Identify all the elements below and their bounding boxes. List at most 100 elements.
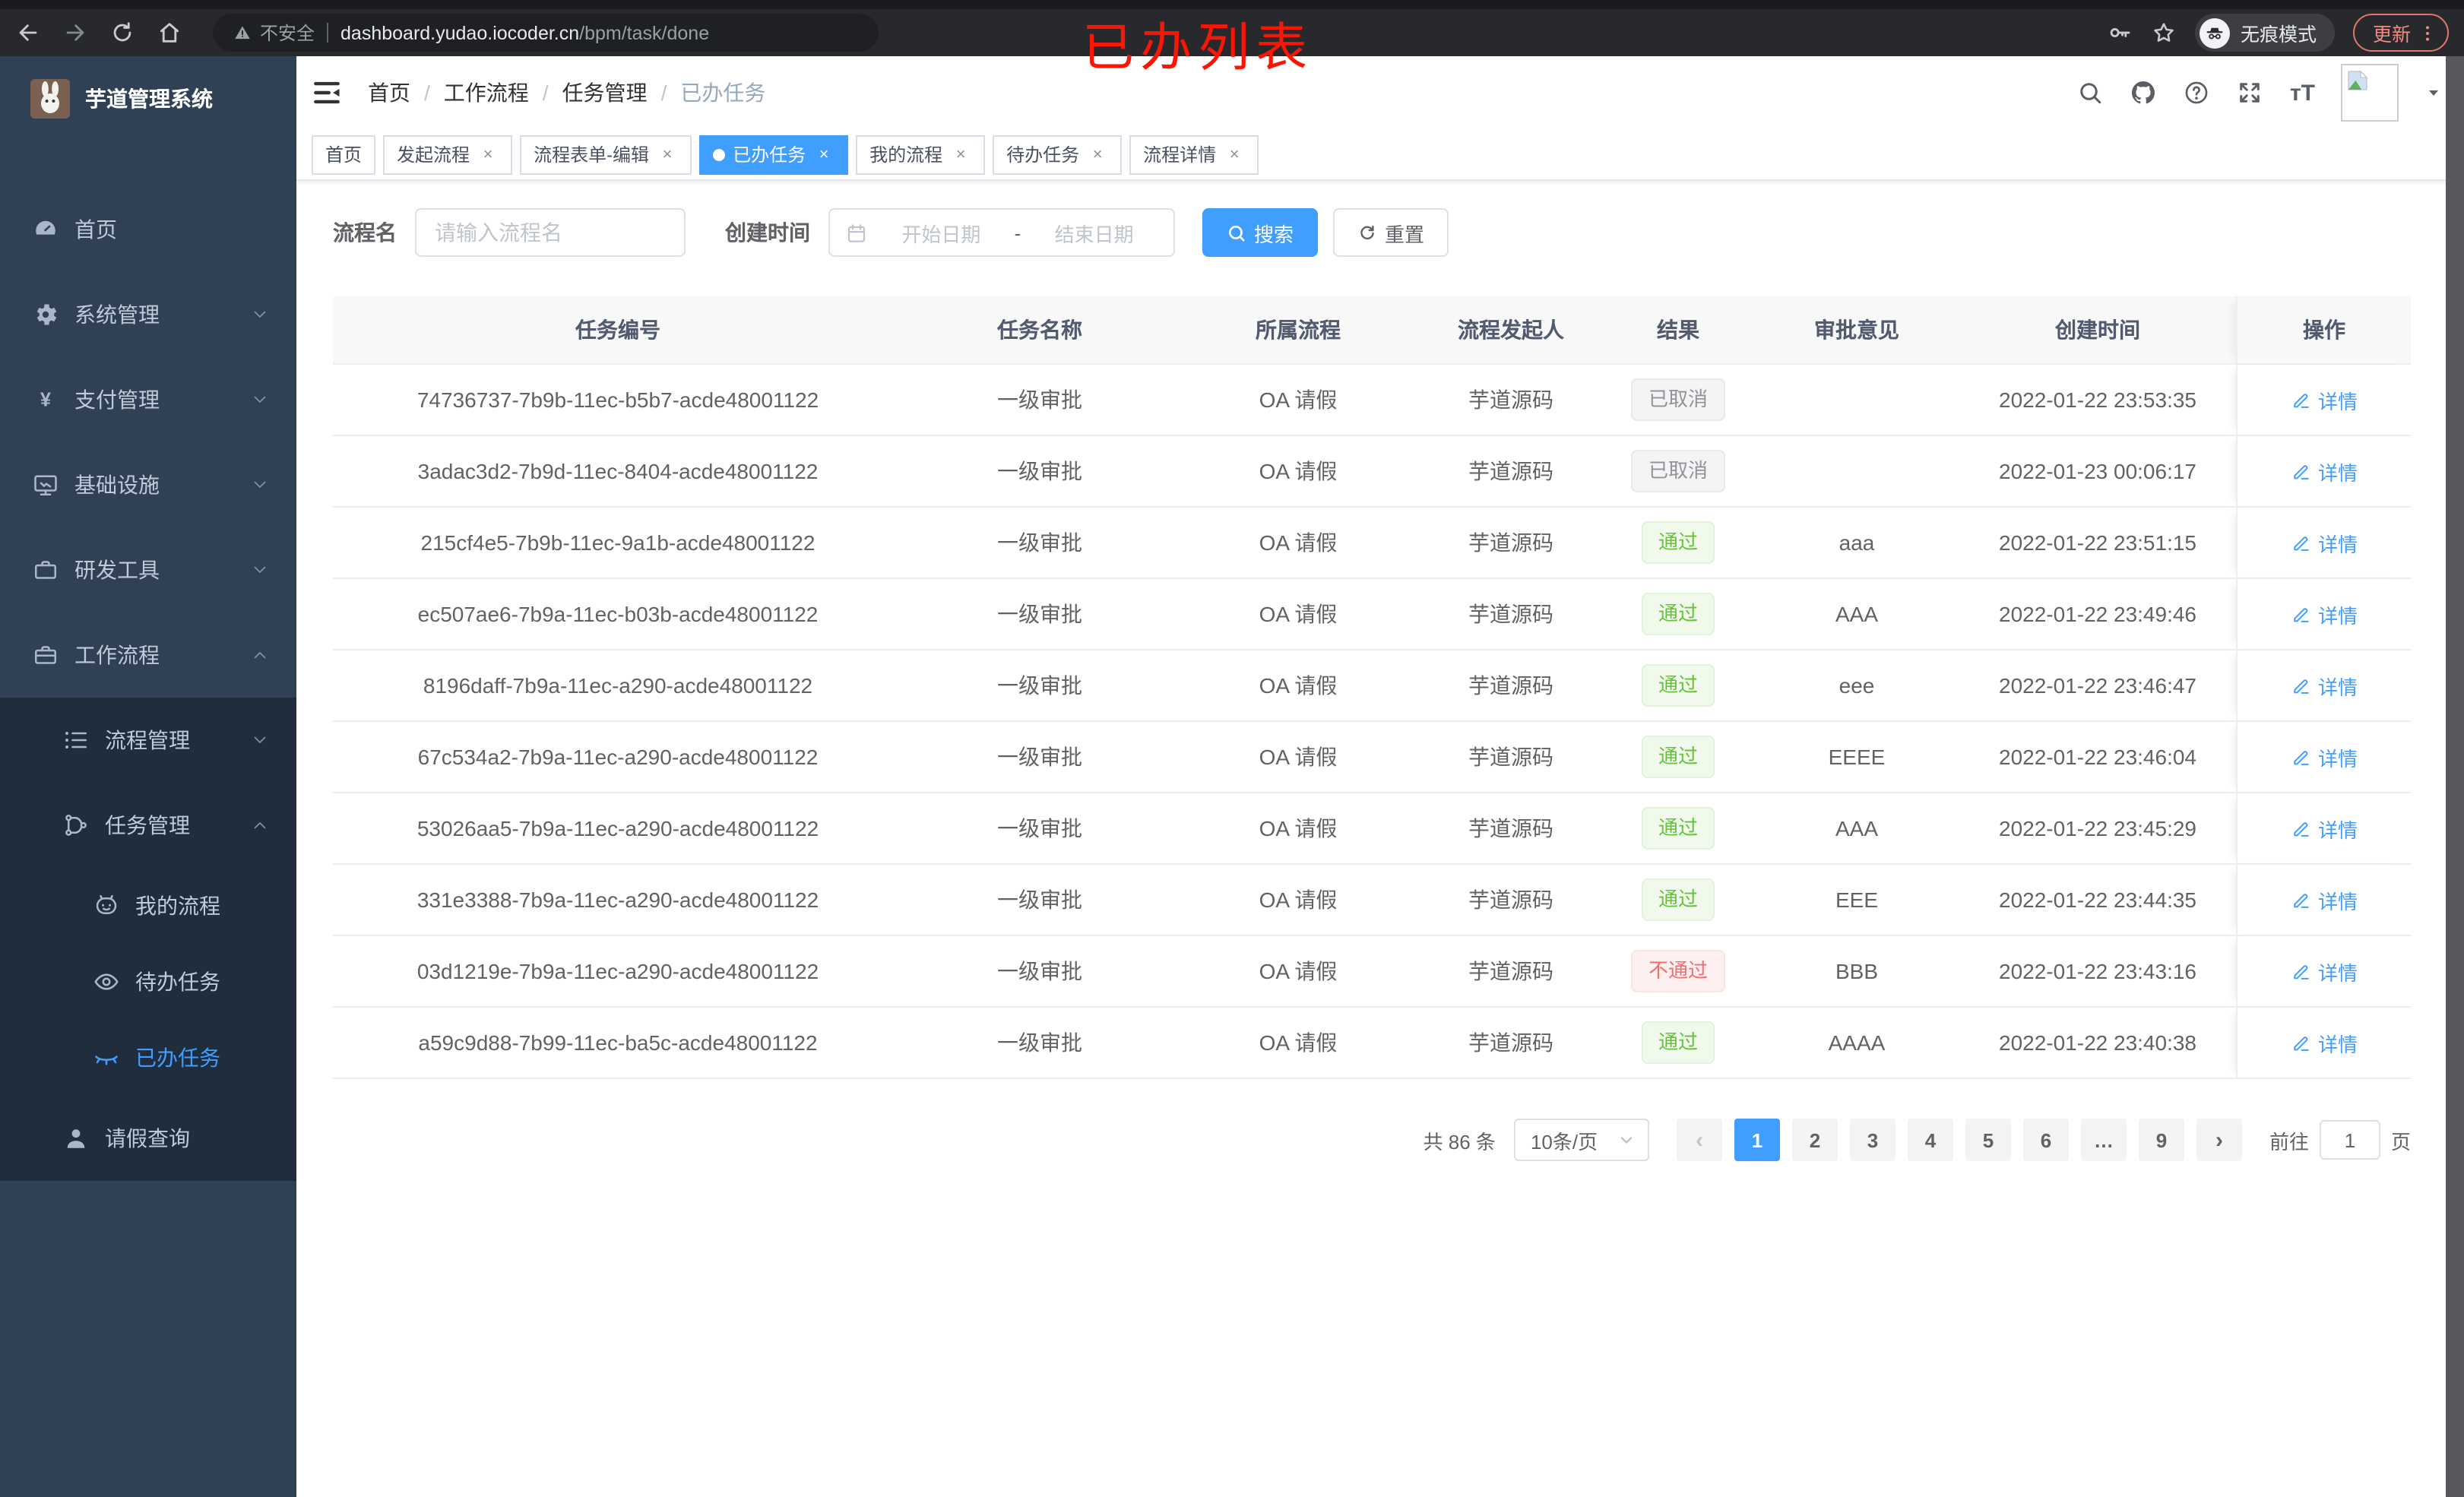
tab-流程详情[interactable]: 流程详情 × [1129, 135, 1259, 174]
home-icon[interactable] [157, 20, 182, 46]
close-icon[interactable]: × [1087, 145, 1108, 163]
initiator-cell: 芋道源码 [1468, 602, 1553, 626]
task-id-cell: 74736737-7b9b-11ec-b5b7-acde48001122 [416, 388, 819, 412]
created-time-cell: 2022-01-23 00:06:17 [1999, 459, 2196, 483]
action-cell: 详情 [2236, 722, 2411, 792]
sidebar-item-4[interactable]: 研发工具 [0, 527, 296, 612]
prev-page-button[interactable]: ‹ [1676, 1119, 1722, 1161]
detail-link[interactable]: 详情 [2291, 885, 2358, 914]
back-icon[interactable] [15, 20, 41, 46]
page-button-6[interactable]: 6 [2022, 1119, 2069, 1161]
sidebar-item-9[interactable]: 待办任务 [0, 944, 296, 1020]
sidebar-item-label: 基础设施 [74, 473, 160, 497]
goto-page-input[interactable] [2319, 1120, 2380, 1160]
help-icon[interactable] [2184, 79, 2211, 106]
search-icon[interactable] [2077, 79, 2105, 106]
update-button[interactable]: 更新 [2352, 14, 2449, 52]
close-icon[interactable]: × [477, 145, 499, 163]
menu-dots-icon[interactable] [2417, 22, 2438, 43]
tab-发起流程[interactable]: 发起流程 × [383, 135, 513, 174]
result-cell: 通过 [1602, 807, 1754, 850]
my-process-icon [93, 892, 120, 919]
browser-scrollbar[interactable] [2446, 56, 2464, 1497]
sidebar-item-label: 任务管理 [105, 813, 190, 837]
close-icon[interactable]: × [1224, 145, 1245, 163]
detail-link[interactable]: 详情 [2291, 814, 2358, 843]
sidebar-item-10[interactable]: 已办任务 [0, 1020, 296, 1096]
avatar[interactable] [2341, 64, 2399, 122]
pagination-ellipsis[interactable]: … [2080, 1119, 2127, 1161]
breadcrumb-item-0[interactable]: 首页 [368, 78, 410, 108]
page-size-select[interactable]: 10条/页 [1513, 1119, 1649, 1161]
detail-link[interactable]: 详情 [2291, 742, 2358, 771]
sidebar-item-6[interactable]: 流程管理 [0, 698, 296, 783]
created-time-cell: 2022-01-22 23:40:38 [1999, 1030, 2196, 1055]
page-button-4[interactable]: 4 [1907, 1119, 1953, 1161]
sidebar-item-8[interactable]: 我的流程 [0, 868, 296, 944]
create-time-range-picker[interactable]: 开始日期 - 结束日期 [828, 208, 1175, 257]
sidebar-item-2[interactable]: ¥ 支付管理 [0, 357, 296, 442]
tab-待办任务[interactable]: 待办任务 × [993, 135, 1123, 174]
sidebar-item-3[interactable]: 基础设施 [0, 442, 296, 527]
sidebar-item-5[interactable]: 工作流程 [0, 612, 296, 698]
github-icon[interactable] [2130, 79, 2158, 106]
tab-首页[interactable]: 首页 [312, 135, 376, 174]
comment-cell: EEEE [1828, 745, 1886, 769]
breadcrumb-item-1[interactable]: 工作流程 [444, 78, 529, 108]
gear-icon [32, 301, 59, 328]
url-bar[interactable]: 不安全 dashboard.yudao.iocoder.cn/bpm/task/… [213, 14, 879, 52]
result-cell: 通过 [1602, 664, 1754, 707]
screen: 不安全 dashboard.yudao.iocoder.cn/bpm/task/… [0, 0, 2464, 1497]
reload-icon[interactable] [109, 20, 135, 46]
detail-link[interactable]: 详情 [2291, 528, 2358, 557]
tab-我的流程[interactable]: 我的流程 × [856, 135, 986, 174]
app-logo-row[interactable]: 芋道管理系统 [0, 56, 296, 141]
security-warning[interactable]: 不安全 [233, 20, 315, 46]
avatar-caret-icon[interactable] [2424, 84, 2443, 102]
sidebar-item-1[interactable]: 系统管理 [0, 272, 296, 357]
process-name-input[interactable]: 请输入流程名 [415, 208, 686, 257]
incognito-label: 无痕模式 [2240, 24, 2317, 46]
page-button-5[interactable]: 5 [1965, 1119, 2011, 1161]
detail-link[interactable]: 详情 [2291, 600, 2358, 628]
task-name-cell: 一级审批 [997, 959, 1082, 983]
table-row: a59c9d88-7b99-11ec-ba5c-acde48001122 一级审批… [333, 1008, 2411, 1079]
detail-link[interactable]: 详情 [2291, 671, 2358, 700]
pagination: 共 86 条 10条/页 ‹ 123456 … 9 › 前往 页 [333, 1119, 2411, 1161]
forward-icon[interactable] [62, 20, 88, 46]
result-badge: 通过 [1641, 593, 1715, 635]
detail-link[interactable]: 详情 [2291, 957, 2358, 986]
breadcrumb-item-2[interactable]: 任务管理 [562, 78, 648, 108]
detail-link[interactable]: 详情 [2291, 457, 2358, 486]
action-cell: 详情 [2236, 579, 2411, 649]
page-button-1[interactable]: 1 [1734, 1119, 1780, 1161]
page-button-3[interactable]: 3 [1849, 1119, 1896, 1161]
sidebar-item-label: 支付管理 [74, 388, 160, 412]
next-page-button[interactable]: › [2196, 1119, 2242, 1161]
close-icon[interactable]: × [950, 145, 971, 163]
sidebar-item-label: 首页 [74, 217, 117, 242]
page-button-9[interactable]: 9 [2138, 1119, 2184, 1161]
search-button[interactable]: 搜索 [1202, 208, 1319, 257]
reset-button[interactable]: 重置 [1333, 208, 1449, 257]
sidebar-item-0[interactable]: 首页 [0, 187, 296, 272]
font-size-icon[interactable]: тТ [2290, 80, 2315, 106]
detail-link[interactable]: 详情 [2291, 1028, 2358, 1057]
tab-已办任务[interactable]: 已办任务 × [699, 135, 849, 174]
result-cell: 不通过 [1602, 950, 1754, 992]
tab-label: 待办任务 [1006, 144, 1080, 166]
bookmark-star-icon[interactable] [2151, 20, 2177, 46]
tags-bar: 首页 发起流程 × 流程表单-编辑 × 已办任务 × 我的流程 × 待办任务 × 流程详情 × [296, 129, 2464, 181]
page-button-2[interactable]: 2 [1791, 1119, 1838, 1161]
tab-流程表单-编辑[interactable]: 流程表单-编辑 × [520, 135, 692, 174]
close-icon[interactable]: × [657, 145, 678, 163]
close-icon[interactable]: × [813, 145, 835, 163]
sidebar-item-7[interactable]: 任务管理 [0, 783, 296, 868]
result-cell: 已取消 [1602, 378, 1754, 421]
comment-cell: eee [1838, 673, 1875, 698]
sidebar-collapse-icon[interactable] [310, 76, 344, 109]
sidebar-item-11[interactable]: 请假查询 [0, 1096, 296, 1181]
fullscreen-icon[interactable] [2237, 79, 2264, 106]
detail-link[interactable]: 详情 [2291, 385, 2358, 414]
key-icon[interactable] [2107, 20, 2133, 46]
